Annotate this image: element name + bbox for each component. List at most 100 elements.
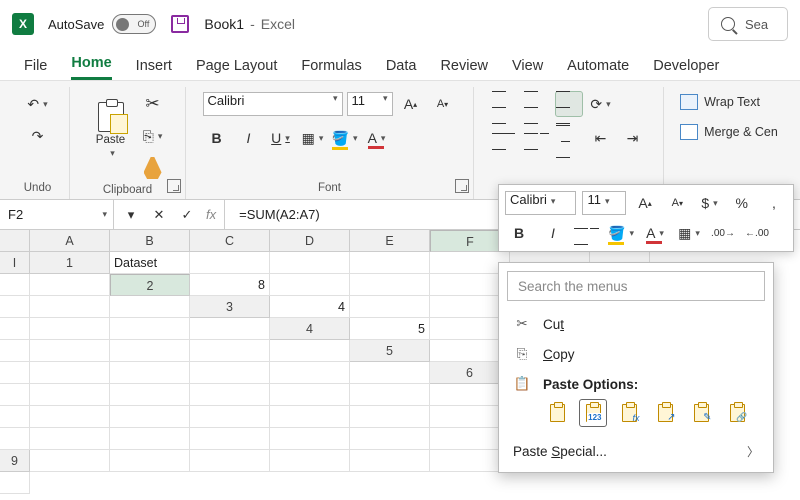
paste-option-formulas[interactable]: fx	[615, 399, 643, 427]
tab-review[interactable]: Review	[440, 58, 488, 80]
cell-I1[interactable]	[30, 274, 110, 296]
grow-font-button[interactable]: A▴	[397, 91, 425, 117]
cell-H1[interactable]	[0, 274, 30, 296]
cell-B9[interactable]	[110, 450, 190, 472]
cell-F7[interactable]	[270, 406, 350, 428]
cell-H4[interactable]	[190, 340, 270, 362]
ctx-cut[interactable]: ✂ Cut	[499, 309, 773, 339]
cell-D6[interactable]	[30, 384, 110, 406]
search-box[interactable]: Sea	[708, 7, 788, 41]
cell-E6[interactable]	[110, 384, 190, 406]
cell-F3[interactable]	[0, 318, 30, 340]
mini-decrease-decimal[interactable]: ←.00	[743, 220, 771, 246]
increase-indent-button[interactable]: ⇥	[619, 125, 647, 151]
mini-percent-format[interactable]: %	[729, 190, 755, 216]
cell-E9[interactable]	[350, 450, 430, 472]
align-left-button[interactable]	[491, 125, 519, 151]
paste-option-formatting[interactable]: ✎	[687, 399, 715, 427]
cell-F5[interactable]	[110, 362, 190, 384]
col-header-E[interactable]: E	[350, 230, 430, 252]
cell-D8[interactable]	[190, 428, 270, 450]
ctx-paste-special[interactable]: Paste Special... 〉	[499, 435, 773, 468]
cell-I4[interactable]	[270, 340, 350, 362]
tab-home[interactable]: Home	[71, 55, 111, 80]
font-size-select[interactable]: 11▾	[347, 92, 393, 116]
format-painter-button[interactable]	[139, 155, 167, 181]
align-middle-button[interactable]	[523, 91, 551, 117]
cell-C2[interactable]	[350, 274, 430, 296]
col-header-D[interactable]: D	[270, 230, 350, 252]
save-button[interactable]	[170, 14, 190, 34]
cell-E8[interactable]	[270, 428, 350, 450]
enter-formula-button[interactable]: ✓	[178, 206, 196, 224]
merge-center-button[interactable]: Merge & Cen	[675, 121, 783, 143]
cell-A8[interactable]	[0, 428, 30, 450]
borders-button[interactable]: ▦▾	[299, 125, 327, 151]
cell-D7[interactable]	[110, 406, 190, 428]
font-launcher[interactable]	[455, 179, 469, 193]
cell-H6[interactable]	[350, 384, 430, 406]
tab-insert[interactable]: Insert	[136, 58, 172, 80]
copy-button[interactable]: ⎘▾	[139, 123, 167, 149]
mini-comma-format[interactable]: ,	[761, 190, 787, 216]
cell-B3[interactable]	[350, 296, 430, 318]
wrap-text-button[interactable]: Wrap Text	[675, 91, 765, 113]
paste-option-values[interactable]: 123	[579, 399, 607, 427]
mini-fill-color[interactable]: 🪣▾	[607, 220, 635, 246]
cell-B8[interactable]	[30, 428, 110, 450]
col-header-C[interactable]: C	[190, 230, 270, 252]
fx-icon[interactable]: fx	[206, 207, 216, 222]
cell-A9[interactable]	[30, 450, 110, 472]
bold-button[interactable]: B	[203, 125, 231, 151]
cell-D1[interactable]	[350, 252, 430, 274]
cell-C9[interactable]	[190, 450, 270, 472]
formula-input[interactable]: =SUM(A2:A7)	[225, 207, 320, 222]
orientation-button[interactable]: ⟳▾	[587, 91, 615, 117]
cell-B1[interactable]	[190, 252, 270, 274]
paste-button[interactable]: Paste ▾	[89, 91, 133, 169]
cell-H3[interactable]	[110, 318, 190, 340]
mini-align-center[interactable]	[573, 220, 601, 246]
align-center-button[interactable]	[523, 125, 551, 151]
cell-F8[interactable]	[350, 428, 430, 450]
cell-A4[interactable]: 5	[350, 318, 430, 340]
col-header-I[interactable]: I	[0, 252, 30, 274]
cell-I5[interactable]	[350, 362, 430, 384]
formula-dropdown-button[interactable]: ▾	[122, 206, 140, 224]
cell-H2[interactable]	[30, 296, 110, 318]
row-header-4[interactable]: 4	[270, 318, 350, 340]
menu-search-input[interactable]: Search the menus	[507, 271, 765, 301]
cell-E7[interactable]	[190, 406, 270, 428]
cell-E5[interactable]	[30, 362, 110, 384]
name-box[interactable]: F2 ▾	[0, 200, 114, 229]
mini-shrink-font[interactable]: A▾	[664, 190, 690, 216]
mini-grow-font[interactable]: A▴	[632, 190, 658, 216]
italic-button[interactable]: I	[235, 125, 263, 151]
ctx-copy[interactable]: ⎘ Copy	[499, 339, 773, 369]
cell-G7[interactable]	[350, 406, 430, 428]
mini-bold[interactable]: B	[505, 220, 533, 246]
cell-C7[interactable]	[30, 406, 110, 428]
tab-view[interactable]: View	[512, 58, 543, 80]
shrink-font-button[interactable]: A▾	[429, 91, 457, 117]
cell-D9[interactable]	[270, 450, 350, 472]
cell-G5[interactable]	[190, 362, 270, 384]
cell-F4[interactable]	[30, 340, 110, 362]
mini-increase-decimal[interactable]: .00→	[709, 220, 737, 246]
cell-A3[interactable]: 4	[270, 296, 350, 318]
mini-borders[interactable]: ▦▾	[675, 220, 703, 246]
tab-page-layout[interactable]: Page Layout	[196, 58, 277, 80]
cell-F6[interactable]	[190, 384, 270, 406]
undo-button[interactable]: ↶▾	[24, 91, 52, 117]
toggle-track[interactable]: Off	[112, 14, 156, 34]
cell-G3[interactable]	[30, 318, 110, 340]
clipboard-launcher[interactable]	[167, 179, 181, 193]
cell-B7[interactable]	[0, 406, 30, 428]
cell-I2[interactable]	[110, 296, 190, 318]
cell-G6[interactable]	[270, 384, 350, 406]
row-header-3[interactable]: 3	[190, 296, 270, 318]
paste-option-link[interactable]: 🔗	[723, 399, 751, 427]
row-header-9[interactable]: 9	[0, 450, 30, 472]
decrease-indent-button[interactable]: ⇤	[587, 125, 615, 151]
autosave-toggle[interactable]: AutoSave Off	[48, 14, 156, 34]
